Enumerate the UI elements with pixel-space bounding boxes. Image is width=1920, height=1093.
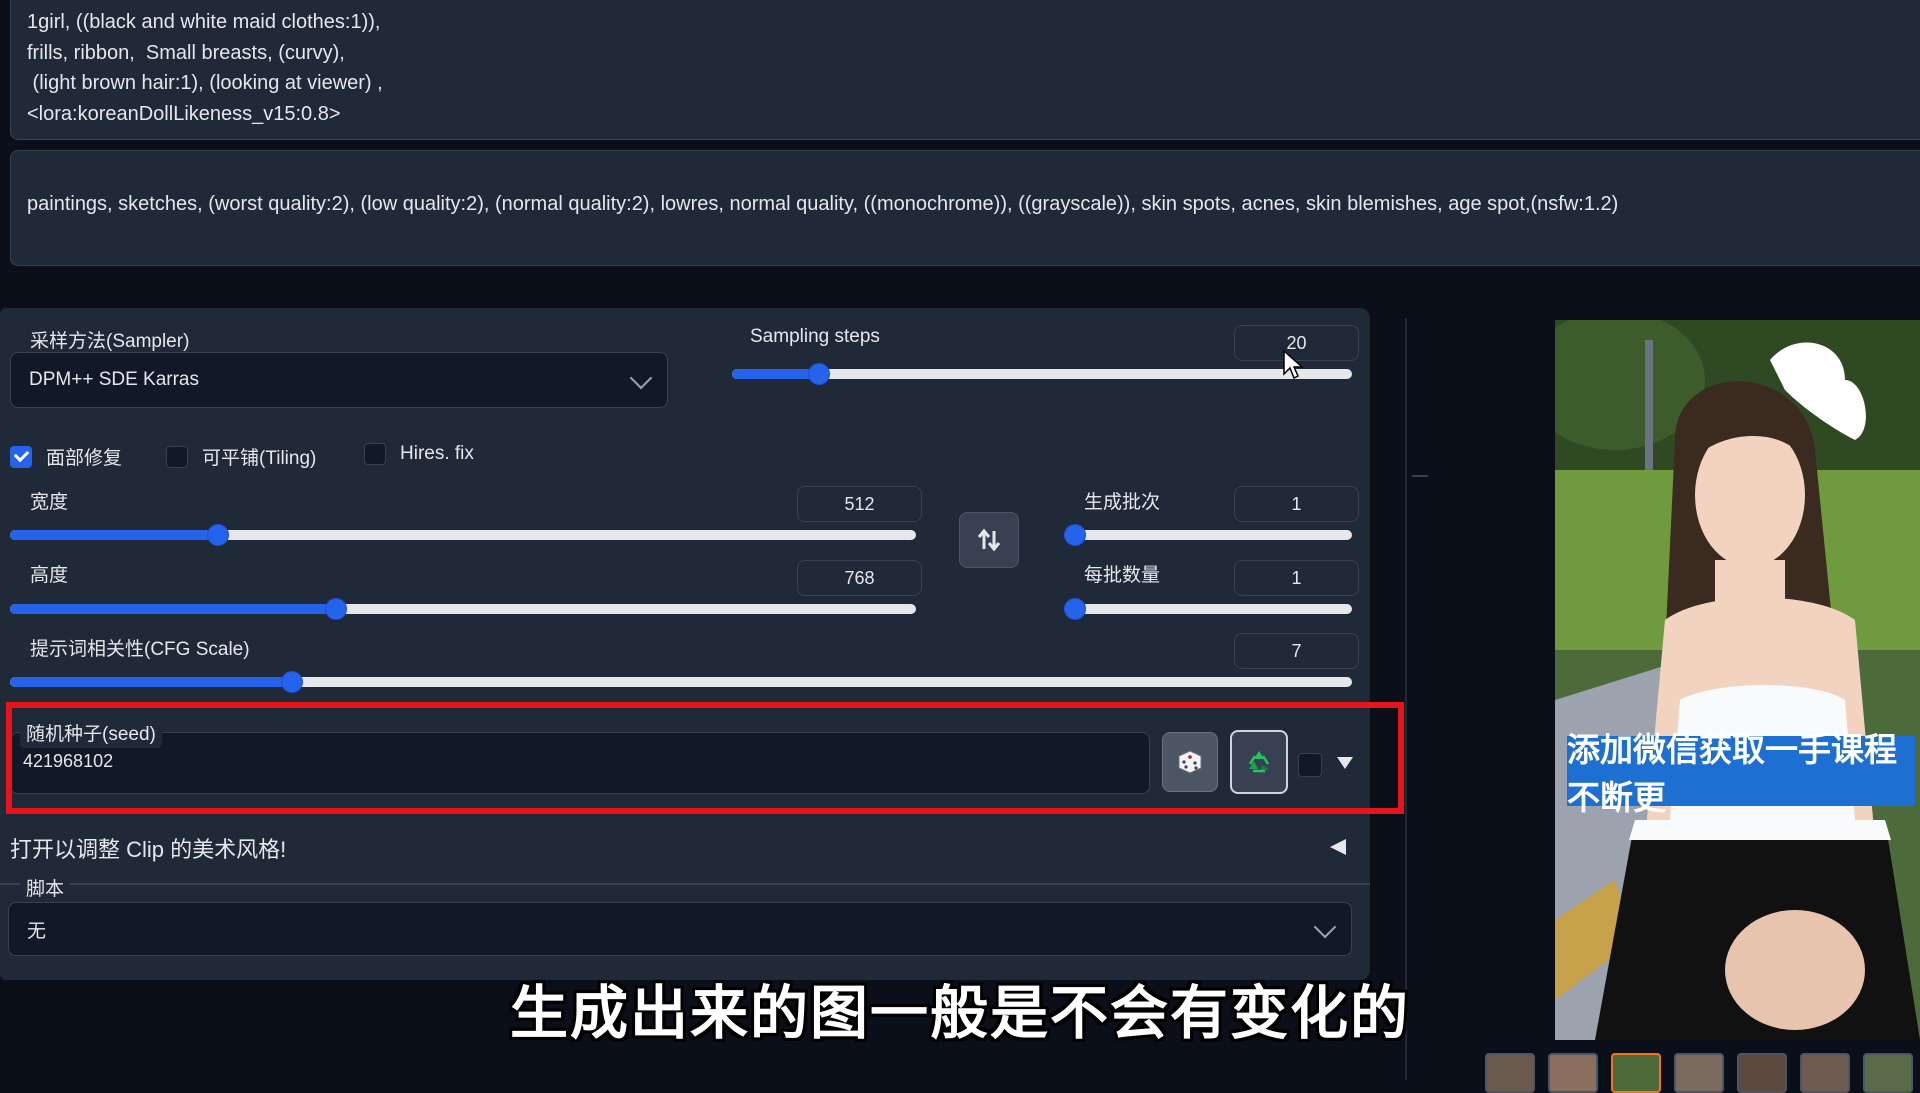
- prompt-line: (light brown hair:1), (looking at viewer…: [27, 72, 383, 94]
- checkbox-box[interactable]: [166, 445, 188, 468]
- slider-fill: [10, 530, 219, 540]
- prompt-line: 1girl, ((black and white maid clothes:1)…: [27, 11, 381, 33]
- gallery-thumbnail[interactable]: [1548, 1053, 1598, 1093]
- slider-fill: [732, 369, 819, 379]
- width-input[interactable]: 512: [797, 486, 922, 522]
- chevron-down-icon: [1313, 915, 1337, 939]
- sampling-steps-label: Sampling steps: [744, 324, 886, 350]
- slider-track: [1064, 604, 1352, 614]
- face-restore-checkbox[interactable]: 面部修复: [10, 443, 122, 470]
- batch-count-input[interactable]: 1: [1234, 486, 1359, 522]
- script-label: 脚本: [20, 872, 71, 903]
- script-value: 无: [27, 920, 47, 942]
- cfg-scale-slider[interactable]: [10, 671, 1352, 693]
- negative-prompt-textarea[interactable]: paintings, sketches, (worst quality:2), …: [10, 150, 1920, 266]
- slider-thumb[interactable]: [1064, 524, 1086, 546]
- slider-track: [1064, 530, 1352, 540]
- slider-fill: [10, 677, 292, 687]
- batch-size-label: 每批数量: [1078, 558, 1167, 589]
- gallery-thumbnail[interactable]: [1485, 1053, 1535, 1093]
- hires-fix-checkbox[interactable]: Hires. fix: [364, 443, 474, 465]
- negative-prompt-text: paintings, sketches, (worst quality:2), …: [27, 193, 1619, 215]
- checkbox-label: 面部修复: [46, 448, 123, 469]
- generated-image-picture: [1555, 320, 1920, 1040]
- video-subtitle: 生成出来的图一般是不会有变化的: [510, 979, 1411, 1047]
- seed-label: 随机种子(seed): [20, 717, 162, 748]
- batch-size-slider[interactable]: [1064, 598, 1352, 620]
- height-slider[interactable]: [10, 598, 916, 620]
- batch-count-label: 生成批次: [1078, 485, 1167, 516]
- sampling-steps-slider[interactable]: [732, 363, 1352, 385]
- slider-thumb[interactable]: [207, 524, 230, 546]
- width-label: 宽度: [24, 485, 75, 516]
- positive-prompt-textarea[interactable]: 1girl, ((black and white maid clothes:1)…: [10, 0, 1920, 140]
- prompt-line: <lora:koreanDollLikeness_v15:0.8>: [27, 102, 341, 125]
- checkbox-label: 可平铺(Tiling): [202, 448, 317, 469]
- gallery-thumbnail[interactable]: [1863, 1053, 1913, 1093]
- checkbox-box[interactable]: [364, 443, 386, 465]
- batch-size-input[interactable]: 1: [1234, 560, 1359, 596]
- batch-count-slider[interactable]: [1064, 524, 1352, 546]
- sampler-label: 采样方法(Sampler): [24, 324, 196, 355]
- checkbox-box[interactable]: [10, 445, 32, 468]
- swap-arrows-icon: [977, 528, 1001, 552]
- clip-style-accordion-title[interactable]: 打开以调整 Clip 的美术风格!: [10, 832, 286, 864]
- watermark-banner: 添加微信获取一手课程不断更: [1567, 730, 1915, 817]
- gallery-marker: [1412, 475, 1428, 477]
- checkbox-label: Hires. fix: [400, 443, 474, 464]
- gallery-thumbnail-selected[interactable]: [1611, 1053, 1661, 1093]
- slider-thumb[interactable]: [325, 598, 348, 620]
- width-slider[interactable]: [10, 524, 916, 546]
- swap-dimensions-button[interactable]: [959, 512, 1019, 568]
- sampler-dropdown[interactable]: DPM++ SDE Karras: [10, 352, 668, 408]
- cfg-scale-input[interactable]: 7: [1234, 633, 1359, 669]
- slider-thumb[interactable]: [280, 671, 303, 693]
- gallery-thumbnail[interactable]: [1674, 1053, 1724, 1093]
- chevron-down-icon: [629, 366, 653, 390]
- generated-image[interactable]: [1555, 320, 1920, 1040]
- slider-fill: [10, 604, 337, 614]
- slider-thumb[interactable]: [807, 363, 830, 385]
- cfg-scale-label: 提示词相关性(CFG Scale): [24, 632, 256, 663]
- divider-band: [0, 282, 1920, 298]
- prompt-line: frills, ribbon, Small breasts, (curvy),: [27, 41, 345, 64]
- sampler-value: DPM++ SDE Karras: [29, 369, 199, 390]
- divider: [0, 883, 1370, 885]
- triangle-left-icon[interactable]: [1329, 838, 1347, 856]
- height-label: 高度: [24, 558, 75, 589]
- height-input[interactable]: 768: [797, 560, 922, 596]
- tiling-checkbox[interactable]: 可平铺(Tiling): [166, 443, 316, 470]
- gallery-thumbnail[interactable]: [1800, 1053, 1850, 1093]
- slider-thumb[interactable]: [1064, 598, 1086, 620]
- mouse-cursor-icon: [1283, 350, 1303, 380]
- script-dropdown[interactable]: 无: [8, 902, 1352, 956]
- gallery-thumbnail[interactable]: [1737, 1053, 1787, 1093]
- highlight-frame: [6, 702, 1404, 814]
